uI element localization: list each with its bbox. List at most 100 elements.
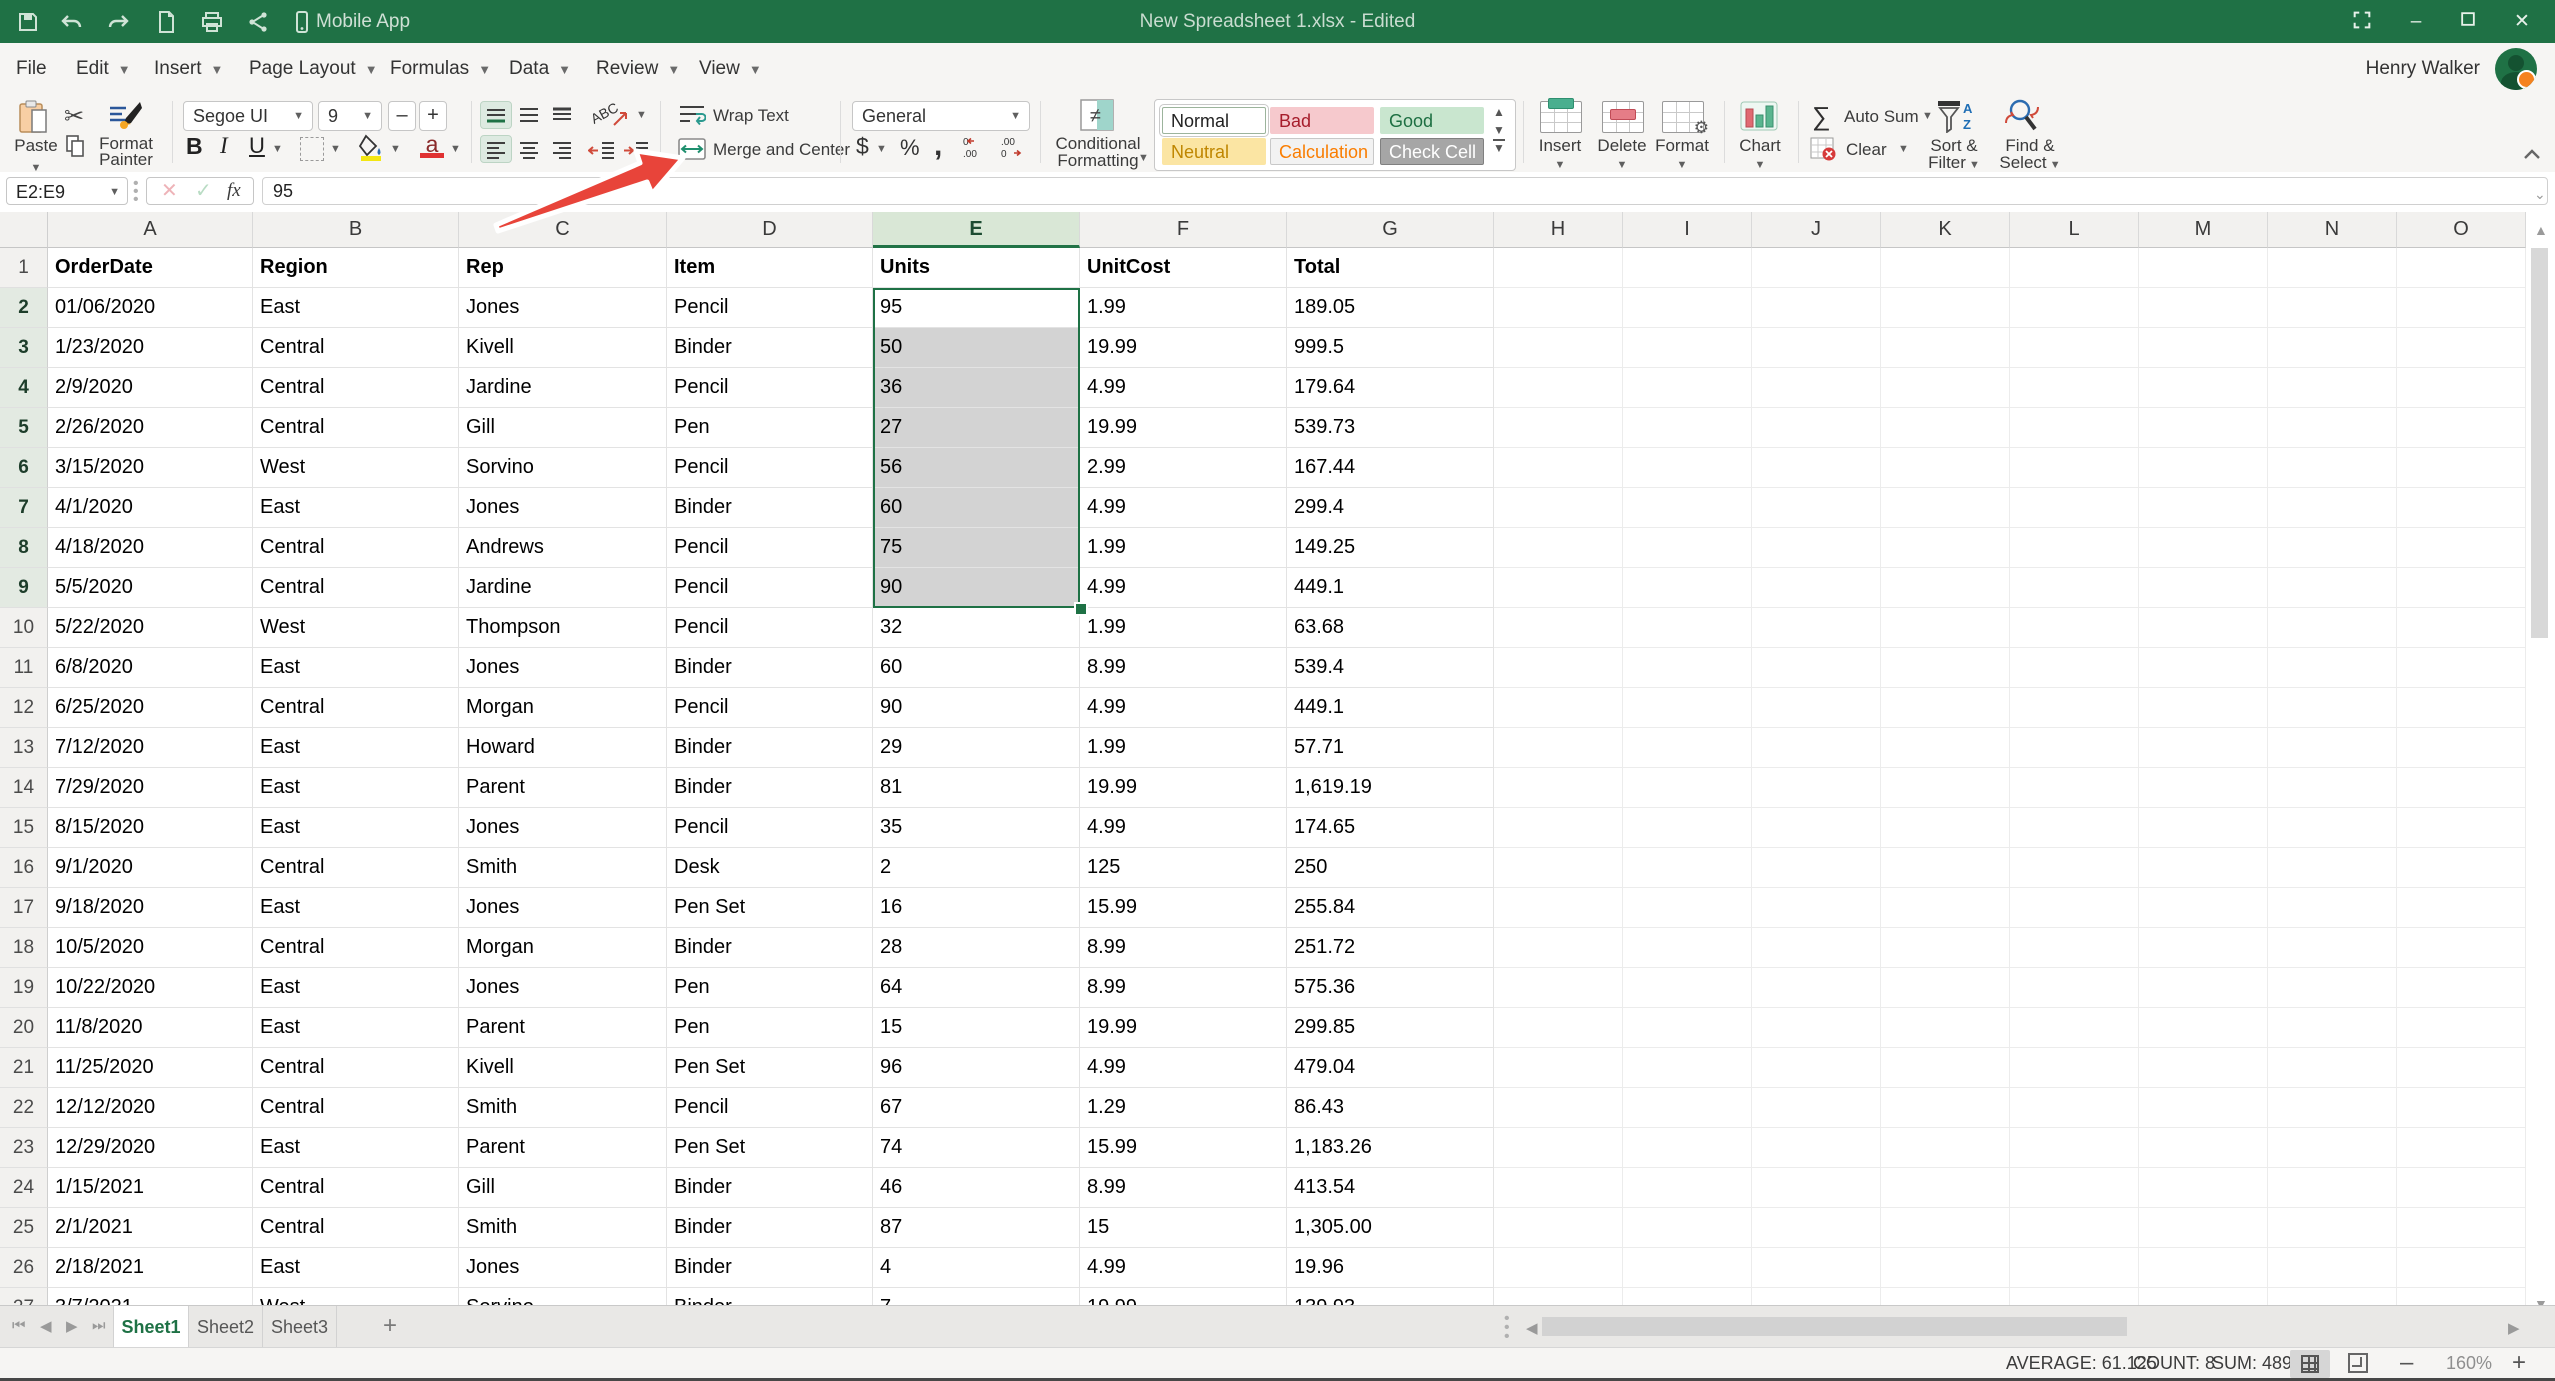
cell-C24[interactable]: Gill [459, 1168, 667, 1208]
cell-E5[interactable]: 27 [873, 408, 1080, 448]
cell-E19[interactable]: 64 [873, 968, 1080, 1008]
cell-H2[interactable] [1494, 288, 1623, 328]
cell-J6[interactable] [1752, 448, 1881, 488]
menu-file[interactable]: File [16, 43, 47, 95]
cell-N9[interactable] [2268, 568, 2397, 608]
cell-C22[interactable]: Smith [459, 1088, 667, 1128]
cell-H10[interactable] [1494, 608, 1623, 648]
cell-L8[interactable] [2010, 528, 2139, 568]
cell-N7[interactable] [2268, 488, 2397, 528]
cell-A8[interactable]: 4/18/2020 [48, 528, 253, 568]
row-header-18[interactable]: 18 [0, 928, 48, 968]
row-header-26[interactable]: 26 [0, 1248, 48, 1288]
cell-E2[interactable]: 95 [873, 288, 1080, 328]
cell-J11[interactable] [1752, 648, 1881, 688]
cell-I6[interactable] [1623, 448, 1752, 488]
maximize-button[interactable] [2455, 9, 2481, 35]
cell-L16[interactable] [2010, 848, 2139, 888]
cell-J4[interactable] [1752, 368, 1881, 408]
cell-F25[interactable]: 15 [1080, 1208, 1287, 1248]
cell-L12[interactable] [2010, 688, 2139, 728]
cell-I19[interactable] [1623, 968, 1752, 1008]
cell-D15[interactable]: Pencil [667, 808, 873, 848]
currency-caret-icon[interactable]: ▼ [876, 143, 887, 155]
cell-F19[interactable]: 8.99 [1080, 968, 1287, 1008]
cell-J22[interactable] [1752, 1088, 1881, 1128]
cell-D13[interactable]: Binder [667, 728, 873, 768]
column-header-F[interactable]: F [1080, 212, 1287, 248]
cell-B1[interactable]: Region [253, 248, 459, 288]
cell-M2[interactable] [2139, 288, 2268, 328]
cell-F7[interactable]: 4.99 [1080, 488, 1287, 528]
cell-L23[interactable] [2010, 1128, 2139, 1168]
zoom-in-button[interactable]: + [2512, 1348, 2526, 1378]
cell-F16[interactable]: 125 [1080, 848, 1287, 888]
cell-I14[interactable] [1623, 768, 1752, 808]
fill-color-caret-icon[interactable]: ▼ [390, 143, 401, 155]
cell-N10[interactable] [2268, 608, 2397, 648]
cell-N23[interactable] [2268, 1128, 2397, 1168]
cell-I15[interactable] [1623, 808, 1752, 848]
cell-O23[interactable] [2397, 1128, 2526, 1168]
cell-D24[interactable]: Binder [667, 1168, 873, 1208]
row-header-7[interactable]: 7 [0, 488, 48, 528]
cell-G16[interactable]: 250 [1287, 848, 1494, 888]
cell-B26[interactable]: East [253, 1248, 459, 1288]
cell-H16[interactable] [1494, 848, 1623, 888]
column-header-E[interactable]: E [873, 212, 1080, 248]
merge-center-button[interactable]: Merge and Center [713, 140, 850, 160]
conditional-formatting-button[interactable]: Conditional Formatting [1048, 135, 1148, 169]
cell-B6[interactable]: West [253, 448, 459, 488]
close-button[interactable]: ✕ [2509, 9, 2535, 35]
cell-F2[interactable]: 1.99 [1080, 288, 1287, 328]
cell-L22[interactable] [2010, 1088, 2139, 1128]
insert-cells-button[interactable]: Insert▼ [1528, 137, 1592, 174]
cell-L2[interactable] [2010, 288, 2139, 328]
cell-A2[interactable]: 01/06/2020 [48, 288, 253, 328]
vertical-scrollbar-thumb[interactable] [2531, 248, 2548, 638]
cell-F18[interactable]: 8.99 [1080, 928, 1287, 968]
cell-H13[interactable] [1494, 728, 1623, 768]
cell-G4[interactable]: 179.64 [1287, 368, 1494, 408]
cell-H22[interactable] [1494, 1088, 1623, 1128]
cell-D14[interactable]: Binder [667, 768, 873, 808]
cell-J1[interactable] [1752, 248, 1881, 288]
comma-button[interactable]: , [934, 129, 942, 163]
cell-L19[interactable] [2010, 968, 2139, 1008]
cell-F24[interactable]: 8.99 [1080, 1168, 1287, 1208]
normal-view-button[interactable] [2290, 1350, 2330, 1378]
row-header-16[interactable]: 16 [0, 848, 48, 888]
row-header-9[interactable]: 9 [0, 568, 48, 608]
cell-B25[interactable]: Central [253, 1208, 459, 1248]
cell-L26[interactable] [2010, 1248, 2139, 1288]
underline-caret-icon[interactable]: ▼ [272, 143, 283, 155]
cell-N16[interactable] [2268, 848, 2397, 888]
row-header-12[interactable]: 12 [0, 688, 48, 728]
font-size-select[interactable]: 9▼ [318, 101, 382, 131]
clear-icon[interactable] [1810, 137, 1836, 161]
cell-F5[interactable]: 19.99 [1080, 408, 1287, 448]
cell-I7[interactable] [1623, 488, 1752, 528]
cell-G5[interactable]: 539.73 [1287, 408, 1494, 448]
cell-A3[interactable]: 1/23/2020 [48, 328, 253, 368]
cell-H27[interactable] [1494, 1288, 1623, 1305]
cell-H19[interactable] [1494, 968, 1623, 1008]
fill-color-button[interactable] [358, 133, 384, 161]
cell-D22[interactable]: Pencil [667, 1088, 873, 1128]
confirm-entry-icon[interactable]: ✓ [195, 178, 212, 204]
cell-B14[interactable]: East [253, 768, 459, 808]
cell-F27[interactable]: 19.99 [1080, 1288, 1287, 1305]
cell-K5[interactable] [1881, 408, 2010, 448]
sheet-tab-sheet2[interactable]: Sheet2 [189, 1306, 263, 1348]
cell-L5[interactable] [2010, 408, 2139, 448]
name-box[interactable]: E2:E9▼ [6, 177, 128, 205]
cell-N17[interactable] [2268, 888, 2397, 928]
cell-E12[interactable]: 90 [873, 688, 1080, 728]
row-header-24[interactable]: 24 [0, 1168, 48, 1208]
cell-N19[interactable] [2268, 968, 2397, 1008]
cell-L13[interactable] [2010, 728, 2139, 768]
column-header-K[interactable]: K [1881, 212, 2010, 248]
cell-A26[interactable]: 2/18/2021 [48, 1248, 253, 1288]
cell-G21[interactable]: 479.04 [1287, 1048, 1494, 1088]
autosum-sigma-icon[interactable]: ∑ [1812, 101, 1831, 132]
